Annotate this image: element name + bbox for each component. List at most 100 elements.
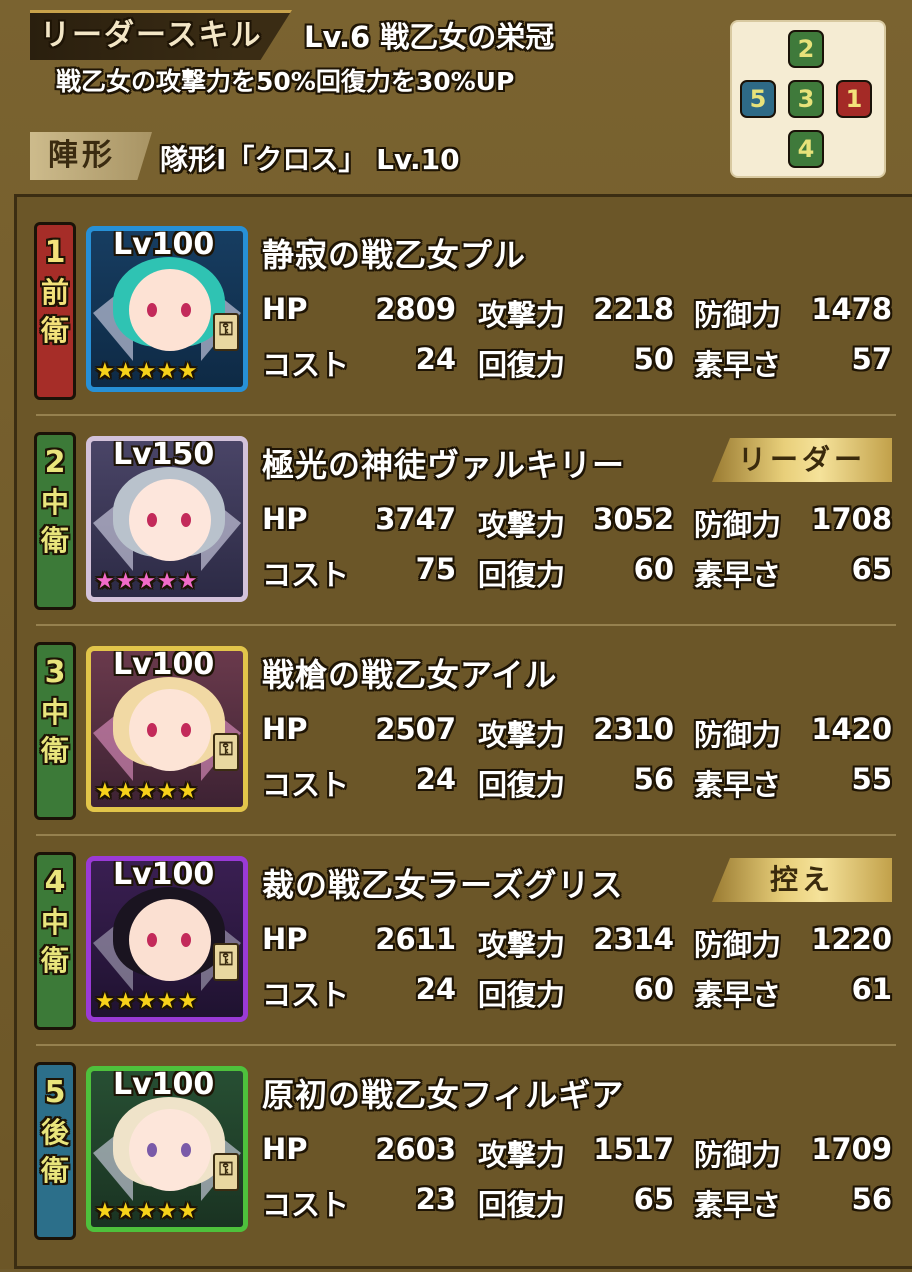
cost-value: 24 [415, 342, 456, 376]
recovery-value: 60 [633, 972, 674, 1006]
recovery-label: 回復力 [478, 348, 566, 382]
speed-value: 55 [851, 762, 892, 796]
rarity-stars: ★★★★★ [95, 1199, 199, 1224]
attack-label: 攻撃力 [478, 298, 566, 332]
eye [181, 723, 191, 737]
stat-row-2: コスト 24 回復力 50 素早さ 57 [262, 342, 892, 382]
level-label: Lv150 [113, 437, 215, 472]
formation-diagram[interactable]: 2 5 3 1 4 [730, 20, 886, 178]
stat-row-2: コスト 75 回復力 60 素早さ 65 [262, 552, 892, 592]
party-member-5[interactable]: 5 後衛 Lv100 ⚿ ★★★★★ 原初の戦乙女フィルギア HP 2603 攻… [0, 1062, 912, 1272]
formation-slot-top: 2 [788, 30, 824, 68]
stat-row-2: コスト 23 回復力 65 素早さ 56 [262, 1182, 892, 1222]
eye [181, 303, 191, 317]
position-label: 中衛 [41, 906, 70, 977]
hp-label: HP [262, 292, 308, 326]
divider [36, 414, 896, 416]
party-member-1[interactable]: 1 前衛 Lv100 ⚿ ★★★★★ 静寂の戦乙女プル HP 2809 攻撃力 … [0, 222, 912, 432]
hp-label: HP [262, 502, 308, 536]
eye [147, 1143, 157, 1157]
defense-value: 1220 [811, 922, 892, 956]
character-portrait[interactable]: Lv100 ⚿ ★★★★★ [86, 226, 248, 392]
lock-icon: ⚿ [213, 313, 239, 351]
stat-row-2: コスト 24 回復力 60 素早さ 61 [262, 972, 892, 1012]
stat-row-1: HP 2507 攻撃力 2310 防御力 1420 [262, 712, 892, 752]
stat-row-2: コスト 24 回復力 56 素早さ 55 [262, 762, 892, 802]
position-badge: 2 中衛 [34, 432, 76, 610]
character-name: 原初の戦乙女フィルギア [262, 1076, 625, 1114]
divider [36, 624, 896, 626]
reserve-tag: 控え [712, 858, 892, 902]
defense-label: 防御力 [694, 298, 782, 332]
attack-value: 2310 [593, 712, 674, 746]
defense-value: 1478 [811, 292, 892, 326]
eye [147, 513, 157, 527]
attack-value: 1517 [593, 1132, 674, 1166]
defense-label: 防御力 [694, 508, 782, 542]
lock-icon: ⚿ [213, 733, 239, 771]
position-badge: 4 中衛 [34, 852, 76, 1030]
lock-icon: ⚿ [213, 943, 239, 981]
slot-number: 3 [44, 655, 66, 690]
leader-skill-title: Lv.6 戦乙女の栄冠 [304, 20, 555, 54]
cost-label: コスト [262, 1188, 350, 1222]
cost-label: コスト [262, 558, 350, 592]
attack-value: 3052 [593, 502, 674, 536]
divider [36, 834, 896, 836]
party-member-4[interactable]: 4 中衛 Lv100 ⚿ ★★★★★ 裁の戦乙女ラーズグリス 控え HP 261… [0, 852, 912, 1062]
hp-label: HP [262, 1132, 308, 1166]
attack-value: 2314 [593, 922, 674, 956]
slot-number: 2 [44, 445, 66, 480]
formation-name: 隊形Ⅰ「クロス」 Lv.10 [160, 143, 460, 176]
defense-label: 防御力 [694, 718, 782, 752]
hp-label: HP [262, 922, 308, 956]
formation-label: 陣形 [30, 132, 152, 180]
character-portrait[interactable]: Lv150 ★★★★★ [86, 436, 248, 602]
formation-slot-bottom: 4 [788, 130, 824, 168]
character-portrait[interactable]: Lv100 ⚿ ★★★★★ [86, 856, 248, 1022]
formation-slot-left: 5 [740, 80, 776, 118]
recovery-label: 回復力 [478, 558, 566, 592]
face [129, 1109, 211, 1191]
stat-row-1: HP 2603 攻撃力 1517 防御力 1709 [262, 1132, 892, 1172]
defense-value: 1420 [811, 712, 892, 746]
position-label: 後衛 [41, 1116, 70, 1187]
defense-value: 1708 [811, 502, 892, 536]
lock-icon: ⚿ [213, 1153, 239, 1191]
hp-value: 2603 [375, 1132, 456, 1166]
hp-value: 2611 [375, 922, 456, 956]
party-member-3[interactable]: 3 中衛 Lv100 ⚿ ★★★★★ 戦槍の戦乙女アイル HP 2507 攻撃力… [0, 642, 912, 852]
attack-value: 2218 [593, 292, 674, 326]
face [129, 689, 211, 771]
hp-value: 2809 [375, 292, 456, 326]
character-name: 裁の戦乙女ラーズグリス [262, 866, 624, 904]
defense-label: 防御力 [694, 1138, 782, 1172]
hp-value: 2507 [375, 712, 456, 746]
character-portrait[interactable]: Lv100 ⚿ ★★★★★ [86, 646, 248, 812]
hp-value: 3747 [375, 502, 456, 536]
party-screen: リーダースキル Lv.6 戦乙女の栄冠 戦乙女の攻撃力を50%回復力を30%UP… [0, 0, 912, 1269]
defense-label: 防御力 [694, 928, 782, 962]
leader-skill-description: 戦乙女の攻撃力を50%回復力を30%UP [56, 67, 515, 96]
cost-label: コスト [262, 978, 350, 1012]
speed-label: 素早さ [694, 768, 782, 802]
character-portrait[interactable]: Lv100 ⚿ ★★★★★ [86, 1066, 248, 1232]
party-member-2[interactable]: 2 中衛 Lv150 ★★★★★ 極光の神徒ヴァルキリー リーダー HP 374… [0, 432, 912, 642]
position-badge: 5 後衛 [34, 1062, 76, 1240]
stat-row-1: HP 2611 攻撃力 2314 防御力 1220 [262, 922, 892, 962]
speed-value: 61 [851, 972, 892, 1006]
character-name: 戦槍の戦乙女アイル [262, 656, 558, 694]
slot-number: 1 [44, 235, 66, 270]
level-label: Lv100 [113, 1067, 215, 1102]
position-label: 中衛 [41, 486, 70, 557]
stat-row-1: HP 3747 攻撃力 3052 防御力 1708 [262, 502, 892, 542]
face [129, 479, 211, 561]
divider [36, 1044, 896, 1046]
speed-label: 素早さ [694, 558, 782, 592]
cost-value: 75 [415, 552, 456, 586]
speed-label: 素早さ [694, 978, 782, 1012]
cost-value: 24 [415, 972, 456, 1006]
speed-label: 素早さ [694, 1188, 782, 1222]
formation-slot-center: 3 [788, 80, 824, 118]
rarity-stars: ★★★★★ [95, 569, 199, 594]
